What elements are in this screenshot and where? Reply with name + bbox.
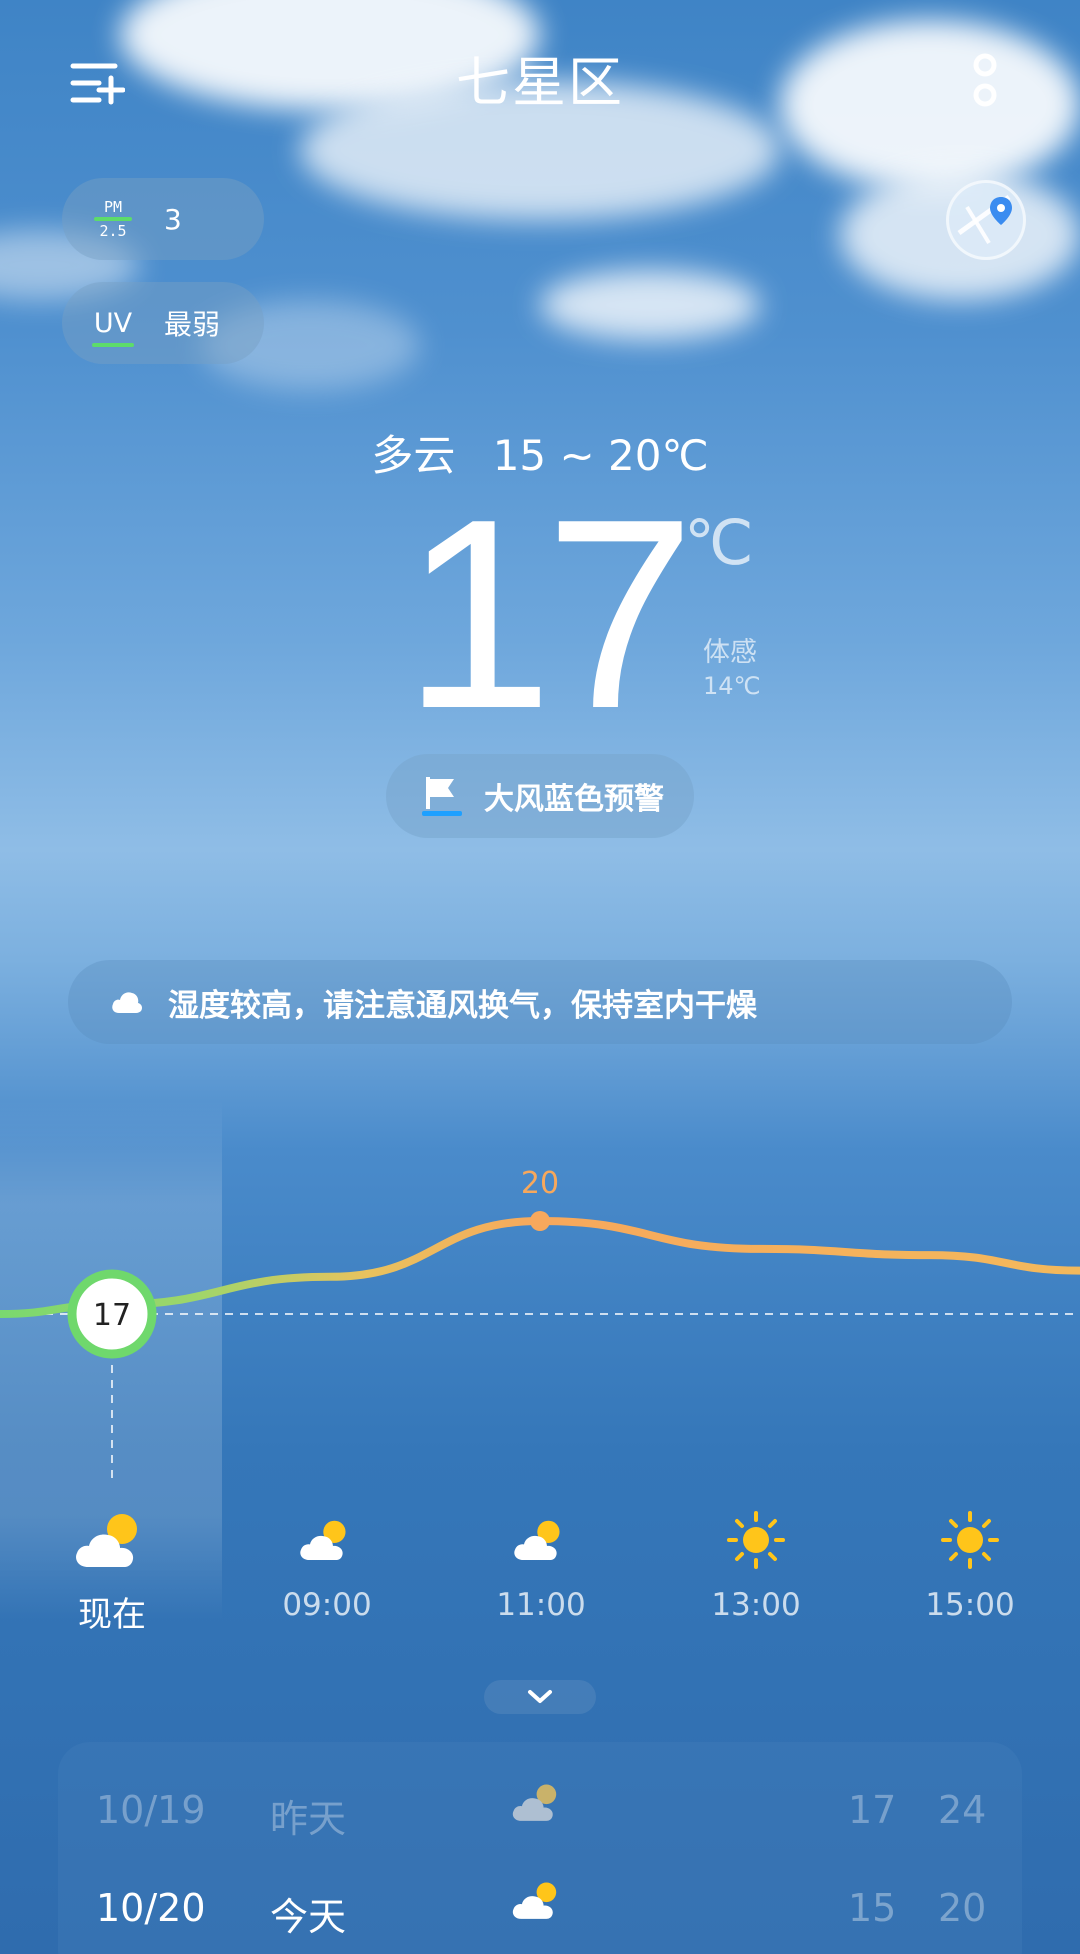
day-name: 今天 bbox=[270, 1895, 347, 1939]
uv-value: 最弱 bbox=[164, 308, 221, 341]
humidity-cloud-icon bbox=[112, 992, 142, 1013]
hourly-time-label: 13:00 bbox=[711, 1587, 801, 1623]
temperature-unit: ℃ bbox=[684, 506, 754, 579]
day-date: 10/20 bbox=[96, 1886, 206, 1930]
pm25-value: 3 bbox=[164, 202, 182, 236]
daily-row-today[interactable]: 10/20 今天 15 20 bbox=[58, 1868, 1022, 1948]
day-name: 昨天 bbox=[270, 1797, 347, 1841]
pm25-icon: PM 2.5 bbox=[90, 198, 136, 240]
uv-icon: UV bbox=[90, 308, 136, 347]
daily-forecast-card[interactable]: 10/19 昨天 17 24 10/20 今天 15 20 bbox=[58, 1742, 1022, 1954]
hourly-temperature-chart: 20 17 bbox=[0, 1166, 1080, 1480]
day-low-temp: 17 bbox=[848, 1788, 897, 1832]
day-date: 10/19 bbox=[96, 1788, 206, 1832]
hourly-item[interactable]: 15:00 bbox=[890, 1505, 1050, 1623]
current-temperature-marker-label: 17 bbox=[93, 1298, 131, 1333]
partly-cloudy-icon bbox=[512, 1882, 557, 1919]
hourly-item[interactable]: 09:00 bbox=[247, 1505, 407, 1623]
temperature-curve bbox=[0, 1216, 1080, 1318]
hourly-item-now[interactable]: 现在 bbox=[32, 1505, 192, 1636]
alert-flag-icon bbox=[422, 777, 462, 816]
hourly-time-label: 现在 bbox=[78, 1595, 146, 1635]
hourly-item[interactable]: 11:00 bbox=[461, 1505, 621, 1623]
partly-cloudy-icon bbox=[514, 1520, 560, 1561]
daily-row-yesterday[interactable]: 10/19 昨天 17 24 bbox=[58, 1770, 1022, 1850]
uv-indicator[interactable]: UV 最弱 bbox=[62, 282, 264, 364]
weather-app: 七星区 PM 2.5 3 UV 最弱 多云 15 ~ 20℃ 17 ℃ 体感 1… bbox=[0, 0, 1080, 1954]
partly-cloudy-icon bbox=[76, 1514, 137, 1567]
current-temperature: 17 bbox=[402, 464, 695, 765]
map-button[interactable] bbox=[946, 180, 1026, 260]
partly-cloudy-icon bbox=[300, 1520, 346, 1561]
hourly-time-label: 11:00 bbox=[496, 1587, 586, 1623]
cloudy-icon bbox=[512, 1784, 557, 1821]
hourly-time-label: 09:00 bbox=[282, 1587, 372, 1623]
peak-temperature-point bbox=[530, 1211, 550, 1231]
alert-text: 大风蓝色预警 bbox=[484, 782, 664, 817]
more-vertical-icon bbox=[973, 53, 997, 107]
sun-icon bbox=[941, 1511, 999, 1569]
sun-icon bbox=[727, 1511, 785, 1569]
pm25-indicator[interactable]: PM 2.5 3 bbox=[62, 178, 264, 260]
life-tip-banner[interactable]: 湿度较高，请注意通风换气，保持室内干燥 bbox=[68, 960, 1012, 1044]
hourly-time-label: 15:00 bbox=[925, 1587, 1015, 1623]
feels-like-value: 14℃ bbox=[703, 672, 761, 700]
expand-forecast-button[interactable] bbox=[484, 1680, 596, 1714]
weather-alert-button[interactable]: 大风蓝色预警 bbox=[386, 754, 694, 838]
feels-like-label: 体感 bbox=[703, 637, 757, 668]
hourly-item[interactable]: 13:00 bbox=[676, 1505, 836, 1623]
day-high-temp: 24 bbox=[938, 1788, 987, 1832]
more-options-button[interactable] bbox=[950, 48, 1020, 118]
day-low-temp: 15 bbox=[848, 1886, 897, 1930]
life-tip-text: 湿度较高，请注意通风换气，保持室内干燥 bbox=[168, 987, 757, 1024]
city-title: 七星区 bbox=[456, 51, 624, 114]
chevron-down-icon bbox=[528, 1690, 552, 1703]
map-pin-icon bbox=[957, 194, 1012, 245]
day-high-temp: 20 bbox=[938, 1886, 987, 1930]
peak-temperature-label: 20 bbox=[521, 1166, 559, 1201]
